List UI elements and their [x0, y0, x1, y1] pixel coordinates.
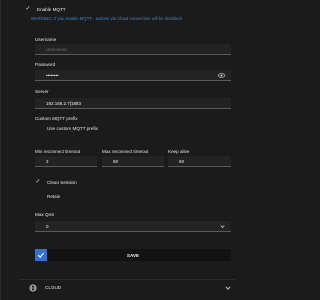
password-label: Password	[35, 62, 56, 67]
cloud-section-header[interactable]: CLOUD	[19, 279, 235, 295]
clean-session-label: Clean Session	[47, 179, 77, 185]
server-input[interactable]: 192.168.2.7[1883	[35, 98, 231, 109]
retain-row[interactable]: Retain	[35, 192, 259, 200]
globe-icon	[29, 283, 37, 292]
max-reconnect-label: Max reconnect timeout	[102, 149, 149, 154]
save-button-label: SAVE	[126, 252, 140, 258]
save-check-icon[interactable]	[35, 249, 47, 261]
eye-icon[interactable]	[218, 72, 225, 79]
chevron-down-icon	[220, 225, 225, 229]
checkmark-icon	[37, 252, 45, 258]
chevron-down-icon[interactable]	[225, 285, 231, 291]
max-qos-value: 0	[46, 223, 49, 229]
keep-alive-label: Keep alive	[168, 149, 190, 154]
min-reconnect-label: Min reconnect timeout	[35, 149, 81, 154]
save-button[interactable]: SAVE	[35, 249, 231, 261]
password-input[interactable]: ••••••••	[35, 70, 231, 81]
clean-session-row[interactable]: ✓ Clean Session	[35, 178, 259, 186]
custom-prefix-checkbox[interactable]	[35, 125, 41, 131]
enable-mqtt-label: Enable MQTT	[37, 6, 66, 12]
min-reconnect-input[interactable]: 2	[35, 156, 97, 167]
custom-prefix-row[interactable]: Use custom MQTT prefix	[35, 124, 259, 132]
server-label: Server	[35, 89, 49, 94]
password-value: ••••••••	[46, 72, 59, 78]
keep-alive-input[interactable]: 60	[168, 156, 231, 167]
retain-label: Retain	[47, 193, 61, 199]
max-reconnect-value: 60	[113, 158, 119, 164]
custom-prefix-label: Custom MQTT prefix	[35, 116, 78, 121]
clean-session-checkbox[interactable]: ✓	[35, 179, 41, 185]
keep-alive-value: 60	[179, 158, 185, 164]
username-placeholder: Username	[46, 46, 67, 52]
username-input[interactable]: Username	[35, 44, 231, 55]
enable-mqtt-row[interactable]: ✓ Enable MQTT	[25, 5, 259, 13]
max-qos-label: Max QoS	[35, 212, 55, 217]
mqtt-settings-panel: ✓ Enable MQTT WARNING: If you enable MQT…	[0, 0, 259, 300]
max-qos-select[interactable]: 0	[35, 221, 231, 232]
max-reconnect-input[interactable]: 60	[102, 156, 164, 167]
username-label: Username	[35, 37, 57, 42]
retain-checkbox[interactable]	[35, 193, 41, 199]
mqtt-warning-text: WARNING: If you enable MQTT - actions vi…	[31, 16, 182, 21]
enable-mqtt-checkbox[interactable]: ✓	[25, 6, 31, 12]
server-value: 192.168.2.7[1883	[46, 100, 82, 106]
min-reconnect-value: 2	[46, 158, 49, 164]
custom-prefix-checkbox-label: Use custom MQTT prefix	[47, 125, 98, 131]
cloud-label: CLOUD	[45, 285, 62, 290]
